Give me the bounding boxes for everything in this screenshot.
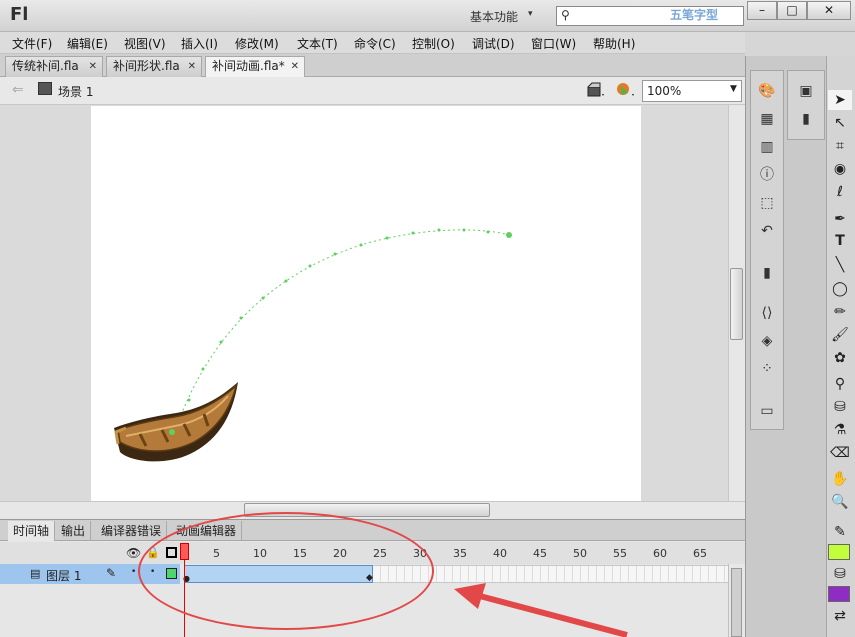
info-panel-icon[interactable]: ⓘ xyxy=(757,166,777,184)
tab-label: 补间动画.fla* xyxy=(212,59,285,73)
frame-number: 50 xyxy=(573,547,587,560)
menu-control[interactable]: 控制(O) xyxy=(412,35,455,52)
layer-icon: ▤ xyxy=(30,567,41,580)
color-panel-icon[interactable]: 🎨 xyxy=(757,82,777,100)
boat-image[interactable] xyxy=(110,380,245,472)
align-panel-icon[interactable]: ▥ xyxy=(757,138,777,156)
chevron-down-icon[interactable]: ▼ xyxy=(730,84,737,94)
menu-window[interactable]: 窗口(W) xyxy=(531,35,576,52)
scrollbar-thumb[interactable] xyxy=(730,268,743,340)
actions-panel-icon[interactable]: ⟨⟩ xyxy=(757,304,777,322)
tab-shape-tween[interactable]: 补间形状.fla ✕ xyxy=(106,56,202,77)
chevron-down-icon[interactable]: ▾ xyxy=(528,9,533,19)
annotation-arrow xyxy=(454,583,628,637)
selection-tool-icon[interactable]: ➤ xyxy=(828,90,852,110)
menu-help[interactable]: 帮助(H) xyxy=(593,35,635,52)
menu-insert[interactable]: 插入(I) xyxy=(181,35,218,52)
pencil-icon: ✎ xyxy=(106,566,117,580)
annotation-ellipse xyxy=(138,512,434,630)
oval-tool-icon[interactable]: ◯ xyxy=(828,279,852,299)
history-panel-icon[interactable]: ↶ xyxy=(757,222,777,240)
visibility-dot-icon[interactable]: • xyxy=(131,567,136,577)
zoom-tool-icon[interactable]: 🔍 xyxy=(828,492,852,512)
search-icon: ⚲ xyxy=(561,8,570,22)
menu-file[interactable]: 文件(F) xyxy=(12,35,52,52)
close-button[interactable]: ✕ xyxy=(807,1,851,20)
fill-color-swatch[interactable] xyxy=(828,586,850,602)
subselection-tool-icon[interactable]: ↖ xyxy=(828,113,852,133)
paint-bucket-tool-icon[interactable]: ⛁ xyxy=(828,397,852,417)
frame-number: 35 xyxy=(453,547,467,560)
scene-panel-icon[interactable]: ▭ xyxy=(757,402,777,420)
layer-name[interactable]: 图层 1 xyxy=(46,567,81,584)
scene-label[interactable]: 场景 1 xyxy=(58,83,93,100)
frame-number: 65 xyxy=(693,547,707,560)
maximize-button[interactable]: □ xyxy=(777,1,807,20)
tab-timeline[interactable]: 时间轴 xyxy=(8,521,56,541)
panel-column xyxy=(787,70,825,140)
frame-number: 45 xyxy=(533,547,547,560)
swatches-panel-icon[interactable]: ▦ xyxy=(757,110,777,128)
menu-text[interactable]: 文本(T) xyxy=(297,35,338,52)
tab-motion-tween[interactable]: 补间动画.fla* ✕ xyxy=(205,56,305,78)
menu-view[interactable]: 视图(V) xyxy=(124,35,166,52)
menu-command[interactable]: 命令(C) xyxy=(354,35,396,52)
properties-panel-icon[interactable]: ▣ xyxy=(796,82,816,100)
tab-label: 补间形状.fla xyxy=(113,59,180,73)
minimize-button[interactable]: – xyxy=(747,1,777,20)
library-icon[interactable]: ▮ xyxy=(796,110,816,128)
pencil-tool-icon[interactable]: ✏ xyxy=(828,302,852,322)
stroke-color-swatch[interactable] xyxy=(828,544,850,560)
close-icon[interactable]: ✕ xyxy=(89,57,97,76)
library-panel-icon[interactable]: ▮ xyxy=(757,264,777,282)
eraser-tool-icon[interactable]: ⌫ xyxy=(828,443,852,463)
bone-tool-icon[interactable]: ⚲ xyxy=(828,374,852,394)
fill-color-icon[interactable]: ⛁ xyxy=(828,564,852,584)
hand-tool-icon[interactable]: ✋ xyxy=(828,469,852,489)
eyedropper-tool-icon[interactable]: ⚗ xyxy=(828,420,852,440)
lasso-tool-icon[interactable]: ℓ xyxy=(828,182,852,202)
close-icon[interactable]: ✕ xyxy=(188,57,196,76)
scene-clapper-icon xyxy=(38,82,52,95)
text-tool-icon[interactable]: T xyxy=(828,231,852,251)
brush-tool-icon[interactable]: 🖌 xyxy=(828,325,852,345)
tab-compiler-errors[interactable]: 编译器错误 xyxy=(96,521,168,541)
menu-debug[interactable]: 调试(D) xyxy=(472,35,515,52)
watermark-logo: 五笔字型 xyxy=(670,8,719,22)
edit-symbols-icon[interactable] xyxy=(586,81,606,99)
pen-tool-icon[interactable]: ✒ xyxy=(828,209,852,229)
components-panel-icon[interactable]: ◈ xyxy=(757,332,777,350)
tab-output[interactable]: 输出 xyxy=(56,521,92,541)
motion-presets-icon[interactable]: ⁘ xyxy=(757,360,777,378)
transform-panel-icon[interactable]: ⬚ xyxy=(757,194,777,212)
eye-icon[interactable]: 👁 xyxy=(126,546,141,560)
line-tool-icon[interactable]: ╲ xyxy=(828,255,852,275)
tab-label: 传统补间.fla xyxy=(12,59,79,73)
app-logo: Fl xyxy=(10,4,29,25)
back-arrow-icon[interactable]: ⇐ xyxy=(12,82,24,98)
free-transform-tool-icon[interactable]: ⌗ xyxy=(828,136,852,156)
menu-edit[interactable]: 编辑(E) xyxy=(67,35,108,52)
3d-rotation-tool-icon[interactable]: ◉ xyxy=(828,159,852,179)
frame-number: 60 xyxy=(653,547,667,560)
swap-colors-icon[interactable]: ⇄ xyxy=(828,606,852,626)
edit-scene-icon[interactable] xyxy=(615,81,637,99)
scrollbar-thumb[interactable] xyxy=(731,568,742,637)
frame-number: 40 xyxy=(493,547,507,560)
deco-tool-icon[interactable]: ✿ xyxy=(828,348,852,368)
stroke-color-icon[interactable]: ✎ xyxy=(828,522,852,542)
close-icon[interactable]: ✕ xyxy=(291,57,299,76)
zoom-select[interactable]: 100% xyxy=(642,80,742,102)
tab-traditional-tween[interactable]: 传统补间.fla ✕ xyxy=(5,56,103,77)
menu-modify[interactable]: 修改(M) xyxy=(235,35,279,52)
workspace-switcher[interactable]: 基本功能 xyxy=(470,8,518,25)
frame-number: 55 xyxy=(613,547,627,560)
